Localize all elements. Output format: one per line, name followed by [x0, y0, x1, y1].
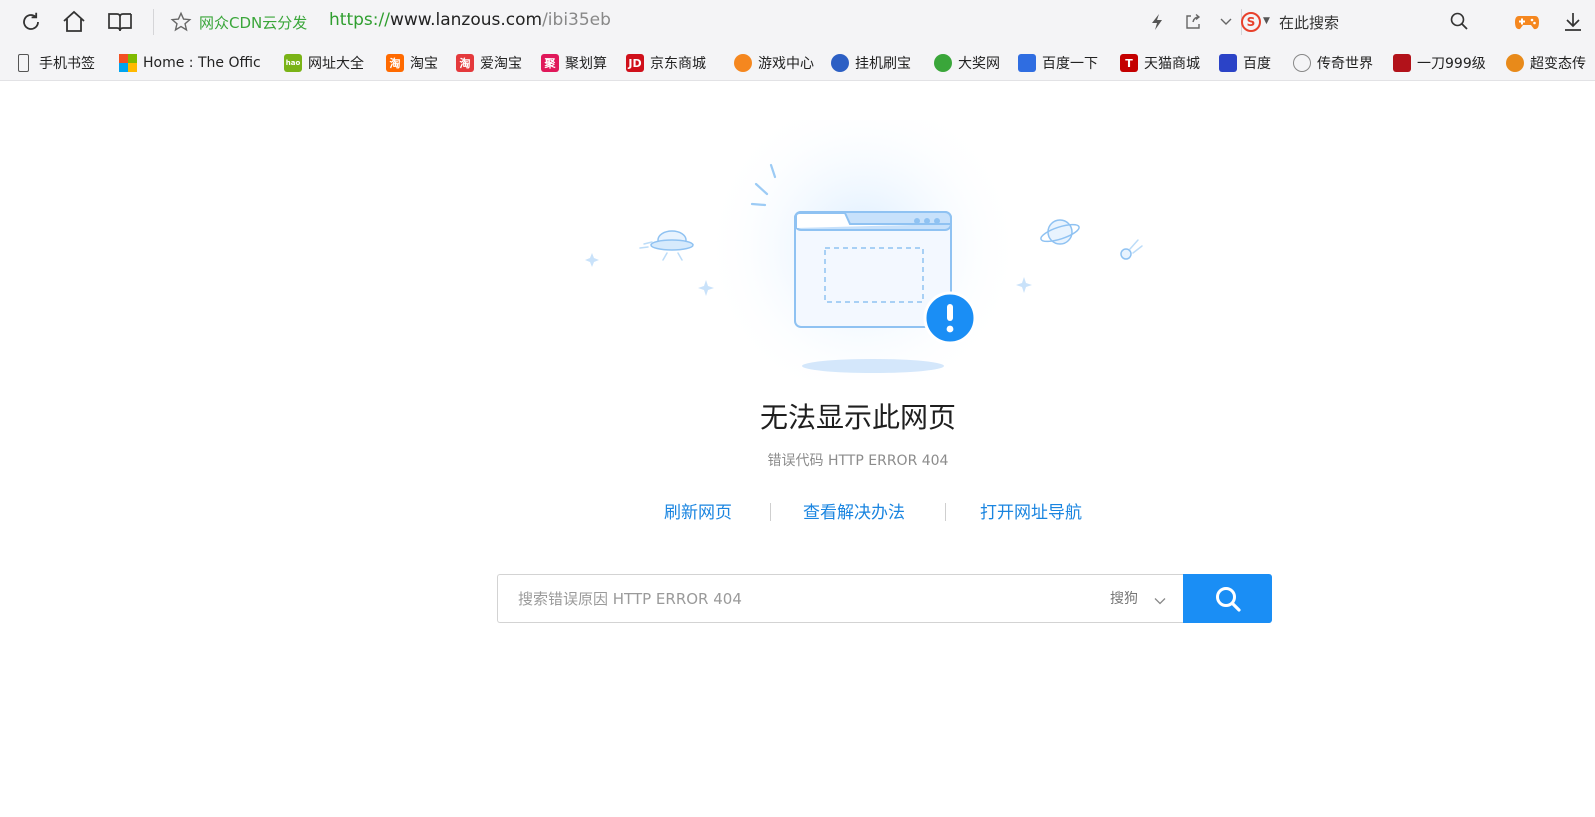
url-scheme: https://: [329, 10, 390, 30]
address-bar[interactable]: https://www.lanzous.com/ibi35eb: [329, 10, 611, 30]
error-search: 搜狗: [497, 574, 1272, 623]
meteor-icon: [1120, 239, 1143, 260]
bookmark-glyph: T: [1125, 56, 1133, 70]
view-solutions-link[interactable]: 查看解决办法: [803, 498, 905, 523]
download-icon[interactable]: [1559, 8, 1587, 36]
search-icon: [1215, 586, 1241, 612]
phone-icon: [18, 54, 29, 72]
taobao-icon: 淘: [386, 54, 404, 72]
search-button[interactable]: [1183, 574, 1272, 623]
bookmark-label: 挂机刷宝: [855, 56, 911, 72]
guaji-icon: [831, 54, 849, 72]
chevron-down-icon[interactable]: [1212, 8, 1240, 36]
bookmark-label: Home : The Offic: [143, 55, 261, 71]
globe-icon: [1293, 54, 1311, 72]
baidu-paw-icon: [1018, 54, 1036, 72]
hao-icon: hao: [284, 54, 302, 72]
yidao-icon: [1393, 54, 1411, 72]
star-sparkle: [585, 253, 599, 267]
bookmark-label: 传奇世界: [1317, 56, 1373, 72]
bookmark-glyph: JD: [628, 56, 642, 70]
bookmark-label: 百度: [1243, 56, 1271, 72]
error-title: 无法显示此网页: [759, 401, 956, 434]
engine-caret-icon[interactable]: ▼: [1263, 16, 1270, 26]
aitaobao-icon: 淘: [456, 54, 474, 72]
cdn-site-tag: 网众CDN云分发: [199, 14, 308, 32]
juhuasuan-icon: 聚: [541, 54, 559, 72]
bookmark-item[interactable]: 传奇世界: [1293, 53, 1373, 73]
bookmark-item[interactable]: 淘淘宝: [386, 53, 438, 73]
error-illustration: [585, 120, 1143, 380]
bookmark-label: 京东商城: [650, 56, 706, 72]
url-host: www.lanzous.com: [389, 10, 543, 30]
bookmark-glyph: hao: [285, 59, 301, 67]
exclamation-icon: [923, 291, 977, 345]
microsoft-icon: [119, 54, 137, 72]
toolbar-search-placeholder: 在此搜索: [1279, 14, 1340, 32]
reading-icon[interactable]: [106, 8, 134, 36]
bookmark-item[interactable]: 手机书签: [15, 53, 95, 73]
bookmark-label: 游戏中心: [758, 56, 814, 72]
bookmark-glyph: 淘: [459, 57, 471, 70]
bookmark-item[interactable]: JD 京东商城: [626, 53, 706, 73]
baidu-icon: [1219, 54, 1237, 72]
bookmark-item[interactable]: 百度: [1219, 53, 1271, 73]
url-path: /ibi35eb: [542, 10, 611, 30]
search-engine-select[interactable]: 搜狗: [1110, 588, 1138, 608]
bookmarks-bar: 手机书签 Home : The Offic hao 网址大全淘淘宝淘爱淘宝聚聚划算 JD…: [0, 44, 1595, 81]
tmall-icon: T: [1120, 54, 1138, 72]
bookmark-item[interactable]: 超变态传: [1506, 53, 1586, 73]
error-code: 错误代码 HTTP ERROR 404: [767, 453, 949, 469]
bookmark-label: 聚划算: [565, 56, 607, 72]
lightning-icon[interactable]: [1143, 8, 1171, 36]
bookmark-item[interactable]: Home : The Offic: [119, 53, 263, 73]
error-search-input[interactable]: [497, 574, 1184, 623]
refresh-icon[interactable]: [17, 8, 45, 36]
toolbar-search[interactable]: S ▼ 在此搜索: [1237, 7, 1477, 37]
game-icon[interactable]: [1513, 8, 1541, 36]
bookmark-glyph: 聚: [544, 57, 556, 70]
bookmark-item[interactable]: T 天猫商城: [1120, 53, 1200, 73]
share-icon[interactable]: [1179, 8, 1207, 36]
bookmark-item[interactable]: 游戏中心: [734, 53, 814, 73]
magnifier-icon[interactable]: [1449, 11, 1469, 35]
bookmark-label: 超变态传: [1530, 56, 1586, 72]
bookmark-item[interactable]: 一刀999级: [1393, 53, 1486, 73]
link-divider: [770, 503, 771, 521]
jd-icon: JD: [626, 54, 644, 72]
bookmark-item[interactable]: 挂机刷宝: [831, 53, 911, 73]
sogou-logo-icon[interactable]: S: [1241, 12, 1261, 32]
bookmark-label: 百度一下: [1042, 56, 1098, 72]
dajiang-icon: [934, 54, 952, 72]
chaobian-icon: [1506, 54, 1524, 72]
bookmark-label: 淘宝: [410, 56, 438, 72]
toolbar-divider: [153, 9, 154, 35]
bookmark-item[interactable]: 聚聚划算: [541, 53, 607, 73]
planet-icon: [1040, 219, 1080, 245]
chevron-down-icon[interactable]: [1154, 590, 1166, 609]
star-icon[interactable]: [167, 8, 195, 36]
bookmark-item[interactable]: 大奖网: [934, 53, 1000, 73]
bookmark-glyph: 淘: [389, 57, 401, 70]
link-divider: [945, 503, 946, 521]
ufo-icon: [639, 230, 694, 261]
bookmark-item[interactable]: 百度一下: [1018, 53, 1098, 73]
bookmark-label: 天猫商城: [1144, 56, 1200, 72]
shadow-ellipse: [802, 359, 944, 373]
refresh-page-link[interactable]: 刷新网页: [664, 498, 732, 523]
gamepad-icon: [734, 54, 752, 72]
bookmark-label: 一刀999级: [1417, 56, 1486, 72]
bookmark-item[interactable]: hao 网址大全: [284, 53, 364, 73]
browser-toolbar: 网众CDN云分发 https://www.lanzous.com/ibi35eb…: [0, 0, 1595, 44]
home-icon[interactable]: [60, 8, 88, 36]
bookmark-item[interactable]: 淘爱淘宝: [456, 53, 522, 73]
bookmark-label: 手机书签: [39, 56, 95, 72]
open-nav-link[interactable]: 打开网址导航: [980, 498, 1082, 523]
bookmark-label: 爱淘宝: [480, 56, 522, 72]
bookmark-label: 网址大全: [308, 56, 364, 72]
bookmark-label: 大奖网: [958, 56, 1000, 72]
